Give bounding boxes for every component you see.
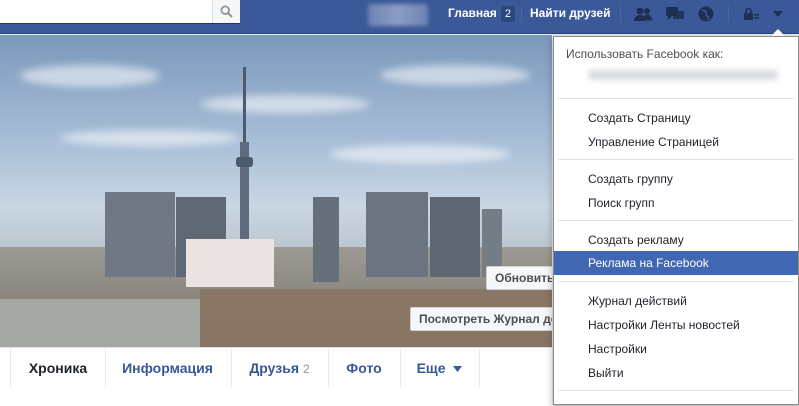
view-activity-log-button[interactable]: Посмотреть Журнал де	[410, 307, 552, 331]
tab-label: Друзья	[249, 360, 299, 376]
account-menu-button[interactable]	[768, 5, 788, 23]
tab-friends[interactable]: Друзья 2	[231, 348, 329, 388]
menu-separator	[558, 98, 794, 99]
friend-requests-icon	[634, 7, 652, 21]
cover-cloud	[60, 130, 240, 146]
nav-divider	[620, 6, 621, 22]
caret-down-icon	[453, 366, 463, 373]
notifications-button[interactable]	[696, 5, 716, 23]
tab-label: Информация	[122, 360, 213, 376]
chevron-down-icon	[773, 11, 783, 17]
tab-about[interactable]: Информация	[104, 348, 232, 388]
cover-tower-deck	[236, 157, 253, 167]
globe-icon	[698, 6, 714, 22]
privacy-shortcuts-button[interactable]	[741, 5, 761, 23]
use-facebook-as-header: Использовать Facebook как:	[566, 47, 724, 61]
menu-separator	[558, 220, 794, 221]
search-button[interactable]	[212, 0, 240, 23]
menu-item-activity-log[interactable]: Журнал действий	[554, 289, 798, 313]
cover-cloud	[380, 65, 530, 85]
messages-button[interactable]	[665, 5, 685, 23]
menu-item-create-ads[interactable]: Создать рекламу	[554, 228, 798, 252]
menu-item-create-group[interactable]: Создать группу	[554, 167, 798, 191]
cover-building	[430, 197, 480, 277]
nav-divider	[521, 6, 522, 22]
tab-label: Хроника	[28, 360, 88, 376]
friend-requests-button[interactable]	[633, 5, 653, 23]
menu-item-find-groups[interactable]: Поиск групп	[554, 191, 798, 215]
menu-item-settings[interactable]: Настройки	[554, 337, 798, 361]
dropdown-pointer	[771, 29, 785, 36]
top-bar: Главная 2 Найти друзей	[0, 0, 799, 34]
menu-separator	[558, 159, 794, 160]
menu-item-news-feed-preferences[interactable]: Настройки Ленты новостей	[554, 313, 798, 337]
messages-icon	[666, 7, 684, 20]
nav-divider	[728, 6, 729, 22]
cover-cloud	[20, 65, 160, 87]
menu-item-create-page[interactable]: Создать Страницу	[554, 106, 798, 130]
cover-cloud	[200, 95, 370, 113]
cover-cloud	[330, 145, 510, 163]
search-icon	[220, 5, 233, 18]
cover-building	[366, 192, 428, 277]
cover-building	[186, 239, 274, 287]
friends-count: 2	[303, 362, 310, 376]
menu-item-log-out[interactable]: Выйти	[554, 361, 798, 385]
search-box[interactable]	[0, 0, 240, 24]
search-input[interactable]	[0, 0, 217, 22]
find-friends-link[interactable]: Найти друзей	[530, 4, 610, 22]
update-cover-button[interactable]: Обновить	[486, 266, 552, 290]
tab-label: Фото	[346, 360, 382, 376]
profile-avatar-blurred[interactable]	[368, 4, 428, 26]
cover-photo: Обновить Посмотреть Журнал де	[0, 35, 552, 347]
account-dropdown-menu: Использовать Facebook как: Создать Стран…	[553, 36, 799, 405]
menu-separator	[558, 281, 794, 282]
tab-timeline[interactable]: Хроника	[10, 348, 106, 388]
timeline-tabs: Хроника Информация Друзья 2 Фото Еще	[0, 347, 552, 406]
menu-item-manage-pages[interactable]: Управление Страницей	[554, 130, 798, 154]
tab-more[interactable]: Еще	[400, 348, 480, 388]
menu-separator	[558, 390, 794, 391]
cover-building	[0, 299, 200, 347]
privacy-shortcuts-icon	[744, 7, 759, 20]
menu-item-advertising[interactable]: Реклама на Facebook	[554, 251, 798, 275]
cover-building	[105, 192, 175, 277]
tab-label: Еще	[416, 360, 446, 376]
tab-photos[interactable]: Фото	[328, 348, 401, 388]
home-count-badge: 2	[500, 6, 515, 22]
blurred-account-name[interactable]	[588, 70, 778, 80]
home-link[interactable]: Главная 2	[448, 4, 515, 22]
home-label: Главная	[448, 6, 497, 20]
cover-building	[313, 197, 339, 282]
